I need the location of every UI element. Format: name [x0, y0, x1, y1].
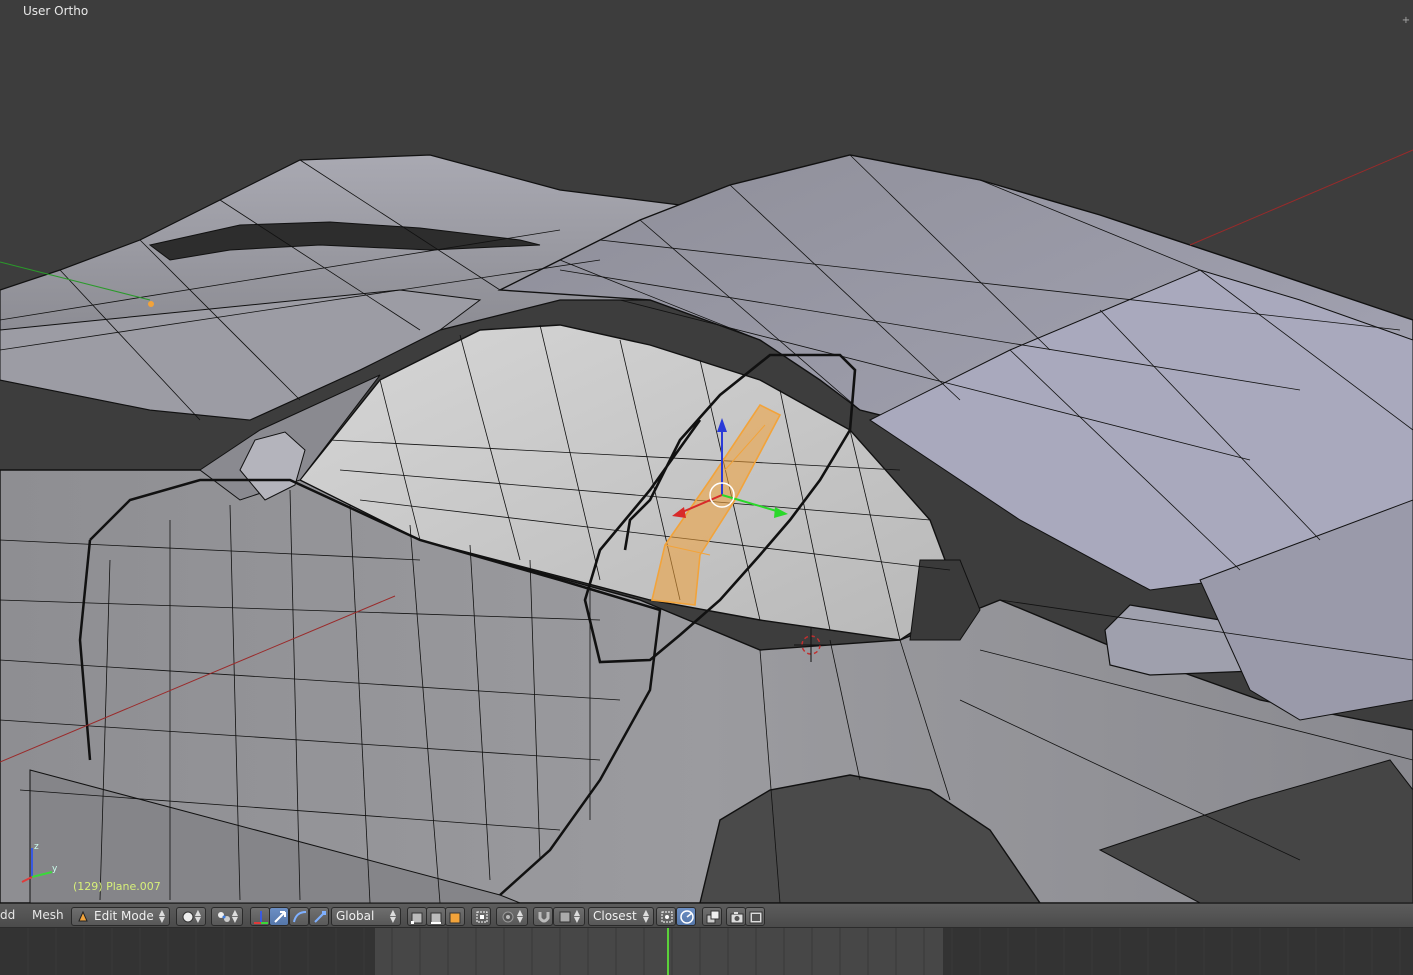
snap-self-icon	[661, 911, 673, 923]
face-select-mode-button[interactable]	[445, 907, 465, 926]
transform-orientation-select[interactable]: Global ▲ ▼	[331, 907, 401, 926]
orientation-label: Global	[336, 909, 375, 923]
edge-select-mode-button[interactable]	[426, 907, 446, 926]
dropdown-arrows-icon: ▲ ▼	[573, 908, 580, 924]
film-icon	[749, 911, 763, 924]
solid-shading-icon	[182, 911, 194, 923]
opengl-render-animation-button[interactable]	[745, 907, 765, 926]
view-label: User Ortho	[23, 4, 89, 18]
translate-manipulator-button[interactable]	[269, 907, 289, 926]
car-mesh-scene[interactable]	[0, 0, 1413, 903]
rotate-arc-icon	[293, 911, 307, 923]
mode-label: Edit Mode	[94, 909, 154, 923]
dropdown-arrows-icon: ▲ ▼	[194, 908, 201, 924]
snap-project-icon	[680, 910, 694, 924]
edit-mode-icon	[78, 910, 88, 922]
opengl-render-image-button[interactable]	[726, 907, 746, 926]
limit-selection-visible-button[interactable]	[471, 907, 491, 926]
camera-icon	[730, 912, 744, 924]
snap-self-button[interactable]	[656, 907, 676, 926]
edge-select-icon	[430, 912, 442, 924]
view-axes-icon: z y	[21, 842, 58, 883]
3d-view-header: dd Mesh Edit Mode ▲ ▼ ▲ ▼ ▲ ▼ Global ▲ ▼…	[0, 903, 1413, 928]
area-split-widget[interactable]: +	[1401, 14, 1411, 28]
layers-icon	[706, 910, 720, 924]
snap-increment-icon	[559, 911, 571, 923]
blender-window: User Ortho + z y (129) Plane.007 dd Mesh…	[0, 0, 1413, 975]
snap-target-select[interactable]: Closest ▲ ▼	[588, 907, 654, 926]
axis-y-label: y	[52, 864, 58, 874]
proportional-edit-icon	[502, 911, 514, 923]
viewport-shading-select[interactable]: ▲ ▼	[176, 907, 206, 926]
dropdown-arrows-icon: ▲ ▼	[389, 908, 396, 924]
proportional-editing-select[interactable]: ▲ ▼	[496, 907, 528, 926]
pivot-icon	[218, 912, 230, 922]
add-menu[interactable]: dd	[0, 908, 15, 922]
vertex-select-mode-button[interactable]	[407, 907, 427, 926]
snap-project-button[interactable]	[676, 907, 696, 926]
scale-icon	[314, 911, 326, 923]
snap-element-select[interactable]: ▲ ▼	[553, 907, 585, 926]
occlude-geometry-icon	[476, 911, 488, 923]
timeline-frames[interactable]	[0, 928, 1413, 975]
translate-arrow-icon	[274, 911, 286, 923]
face-select-icon	[449, 912, 461, 924]
magnet-icon	[538, 912, 550, 923]
manipulator-toggle-button[interactable]	[250, 907, 270, 926]
copy-layers-button[interactable]	[702, 907, 722, 926]
snap-toggle-button[interactable]	[533, 907, 553, 926]
dropdown-arrows-icon: ▲ ▼	[642, 908, 649, 924]
vertex-select-icon	[411, 912, 423, 924]
scale-manipulator-button[interactable]	[309, 907, 329, 926]
dropdown-arrows-icon: ▲ ▼	[231, 908, 238, 924]
object-origin	[148, 301, 154, 307]
mode-select[interactable]: Edit Mode ▲ ▼	[71, 907, 170, 926]
pivot-point-select[interactable]: ▲ ▼	[211, 907, 243, 926]
manipulator-icon	[254, 911, 268, 924]
object-info-text: (129) Plane.007	[73, 880, 161, 893]
snap-target-label: Closest	[593, 909, 637, 923]
mesh-menu[interactable]: Mesh	[32, 908, 64, 922]
dropdown-arrows-icon: ▲ ▼	[516, 908, 523, 924]
3d-viewport[interactable]: User Ortho + z y (129) Plane.007	[0, 0, 1413, 903]
rotate-manipulator-button[interactable]	[289, 907, 309, 926]
timeline-editor[interactable]	[0, 928, 1413, 975]
dropdown-arrows-icon: ▲ ▼	[158, 908, 165, 924]
axis-z-label: z	[34, 842, 39, 852]
